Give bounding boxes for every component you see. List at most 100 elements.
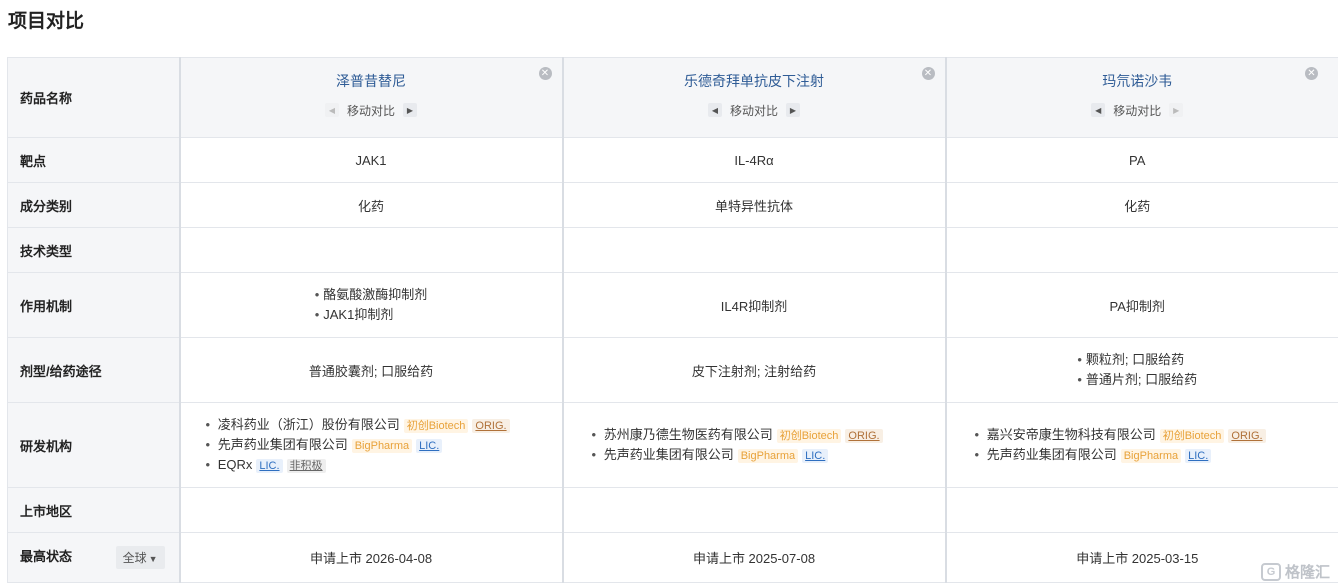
row-label-composition: 成分类别 [7, 182, 180, 228]
list-item: 先声药业集团有限公司BigPharmaLIC. [206, 435, 562, 455]
list-item: 普通片剂; 口服给药 [1077, 370, 1197, 390]
mechanism-row: 作用机制 酪氨酸激酶抑制剂 JAK1抑制剂 IL4R抑制剂 PA抑制剂 [7, 272, 1338, 338]
org-name[interactable]: 苏州康乃德生物医药有限公司 [604, 427, 773, 442]
scope-label: 全球 [122, 551, 147, 565]
row-label-mechanism: 作用机制 [7, 272, 180, 338]
move-label: 移动对比 [1113, 103, 1162, 118]
drug-name-link[interactable]: 乐德奇拜单抗皮下注射 [564, 71, 945, 91]
move-left-icon[interactable]: ◀ [1091, 103, 1106, 117]
org-type-badge: BigPharma [351, 439, 413, 453]
close-icon[interactable]: ✕ [538, 67, 552, 80]
drug-column-2: ✕ 乐德奇拜单抗皮下注射 ◀ 移动对比 ▶ [561, 57, 946, 138]
tech-type-cell [944, 227, 1338, 273]
status-cell: 申请上市 2026-04-08 [178, 532, 563, 583]
status-badge[interactable]: 非积极 [286, 459, 326, 473]
organization-cell: 凌科药业（浙江）股份有限公司初创BiotechORIG. 先声药业集团有限公司B… [178, 402, 563, 488]
drug-name-link[interactable]: 泽普昔替尼 [181, 71, 562, 91]
organization-cell: 嘉兴安帝康生物科技有限公司初创BiotechORIG. 先声药业集团有限公司Bi… [944, 402, 1338, 488]
mechanism-list: 酪氨酸激酶抑制剂 JAK1抑制剂 [315, 285, 428, 325]
move-compare: ◀ 移动对比 ▶ [181, 102, 562, 119]
formulation-cell: 颗粒剂; 口服给药 普通片剂; 口服给药 [944, 337, 1338, 403]
org-type-badge: BigPharma [1120, 449, 1182, 463]
target-cell: JAK1 [178, 137, 563, 183]
move-right-icon[interactable]: ▶ [403, 103, 417, 117]
org-type-badge: 初创Biotech [776, 429, 842, 443]
market-region-cell [561, 487, 946, 533]
watermark-logo-icon: G [1260, 562, 1281, 581]
role-badge[interactable]: LIC. [256, 459, 283, 473]
composition-cell: 化药 [944, 182, 1338, 228]
watermark: G 格隆汇 [1260, 561, 1330, 582]
org-type-badge: 初创Biotech [1159, 429, 1225, 443]
composition-cell: 单特异性抗体 [561, 182, 946, 228]
organization-list: 苏州康乃德生物医药有限公司初创BiotechORIG. 先声药业集团有限公司Bi… [564, 425, 945, 465]
list-item: JAK1抑制剂 [315, 305, 428, 325]
role-badge[interactable]: ORIG. [472, 419, 510, 433]
caret-down-icon: ▼ [148, 554, 158, 564]
organization-row: 研发机构 凌科药业（浙江）股份有限公司初创BiotechORIG. 先声药业集团… [7, 402, 1338, 488]
row-label-formulation: 剂型/给药途径 [7, 337, 180, 403]
move-right-icon[interactable]: ▶ [1169, 103, 1184, 117]
drug-column-1: ✕ 泽普昔替尼 ◀ 移动对比 ▶ [178, 57, 563, 138]
close-icon[interactable]: ✕ [921, 67, 935, 80]
move-label: 移动对比 [346, 103, 395, 118]
tech-type-cell [178, 227, 563, 273]
role-badge[interactable]: ORIG. [845, 429, 883, 443]
mechanism-cell: IL4R抑制剂 [561, 272, 946, 338]
list-item: 嘉兴安帝康生物科技有限公司初创BiotechORIG. [975, 425, 1338, 445]
market-region-cell [178, 487, 563, 533]
formulation-row: 剂型/给药途径 普通胶囊剂; 口服给药 皮下注射剂; 注射给药 颗粒剂; 口服给… [7, 337, 1338, 403]
drug-column-3: ✕ 玛氘诺沙韦 ◀ 移动对比 ▶ [944, 57, 1338, 138]
row-label-organization: 研发机构 [7, 402, 180, 488]
drug-name-link[interactable]: 玛氘诺沙韦 [947, 71, 1329, 91]
move-label: 移动对比 [729, 103, 778, 118]
page-title: 项目对比 [8, 11, 85, 32]
list-item: 颗粒剂; 口服给药 [1077, 350, 1197, 370]
list-item: 先声药业集团有限公司BigPharmaLIC. [975, 445, 1338, 465]
close-icon[interactable]: ✕ [1305, 67, 1318, 80]
row-label-drug-name: 药品名称 [7, 57, 180, 138]
watermark-text: 格隆汇 [1284, 564, 1330, 581]
row-label-text: 最高状态 [20, 549, 73, 564]
role-badge[interactable]: LIC. [1185, 449, 1212, 463]
org-type-badge: BigPharma [737, 449, 799, 463]
org-name[interactable]: EQRx [218, 457, 253, 472]
formulation-list: 颗粒剂; 口服给药 普通片剂; 口服给药 [1077, 350, 1197, 390]
move-right-icon[interactable]: ▶ [786, 103, 800, 117]
status-cell: 申请上市 2025-07-08 [561, 532, 946, 583]
row-label-target: 靶点 [7, 137, 180, 183]
organization-cell: 苏州康乃德生物医药有限公司初创BiotechORIG. 先声药业集团有限公司Bi… [561, 402, 946, 488]
organization-list: 嘉兴安帝康生物科技有限公司初创BiotechORIG. 先声药业集团有限公司Bi… [947, 425, 1338, 465]
list-item: 苏州康乃德生物医药有限公司初创BiotechORIG. [592, 425, 945, 445]
org-type-badge: 初创Biotech [403, 419, 469, 433]
comparison-table: 药品名称 ✕ 泽普昔替尼 ◀ 移动对比 ▶ ✕ 乐德奇拜单抗皮下注射 ◀ 移动对… [7, 57, 1338, 583]
formulation-cell: 皮下注射剂; 注射给药 [561, 337, 946, 403]
mechanism-cell: PA抑制剂 [944, 272, 1338, 338]
org-name[interactable]: 先声药业集团有限公司 [218, 437, 348, 452]
target-cell: IL-4Rα [561, 137, 946, 183]
list-item: 先声药业集团有限公司BigPharmaLIC. [592, 445, 945, 465]
list-item: 凌科药业（浙江）股份有限公司初创BiotechORIG. [206, 415, 562, 435]
formulation-cell: 普通胶囊剂; 口服给药 [178, 337, 563, 403]
tech-type-cell [561, 227, 946, 273]
move-left-icon[interactable]: ◀ [707, 103, 722, 117]
composition-row: 成分类别 化药 单特异性抗体 化药 [7, 182, 1338, 228]
role-badge[interactable]: LIC. [416, 439, 443, 453]
list-item: 酪氨酸激酶抑制剂 [315, 285, 427, 305]
role-badge[interactable]: LIC. [802, 449, 829, 463]
drug-name-row: 药品名称 ✕ 泽普昔替尼 ◀ 移动对比 ▶ ✕ 乐德奇拜单抗皮下注射 ◀ 移动对… [7, 57, 1338, 138]
move-compare: ◀ 移动对比 ▶ [564, 102, 945, 119]
move-left-icon[interactable]: ◀ [324, 103, 339, 117]
highest-status-row: 最高状态 全球 ▼ 申请上市 2026-04-08 申请上市 2025-07-08… [7, 532, 1338, 583]
target-row: 靶点 JAK1 IL-4Rα PA [7, 137, 1338, 183]
move-compare: ◀ 移动对比 ▶ [947, 102, 1329, 119]
scope-dropdown[interactable]: 全球 ▼ [115, 546, 165, 569]
org-name[interactable]: 先声药业集团有限公司 [604, 447, 734, 462]
org-name[interactable]: 嘉兴安帝康生物科技有限公司 [987, 427, 1156, 442]
org-name[interactable]: 先声药业集团有限公司 [987, 447, 1117, 462]
market-region-cell [944, 487, 1338, 533]
role-badge[interactable]: ORIG. [1228, 429, 1266, 443]
mechanism-cell: 酪氨酸激酶抑制剂 JAK1抑制剂 [178, 272, 563, 338]
org-name[interactable]: 凌科药业（浙江）股份有限公司 [218, 417, 400, 432]
target-cell: PA [944, 137, 1338, 183]
